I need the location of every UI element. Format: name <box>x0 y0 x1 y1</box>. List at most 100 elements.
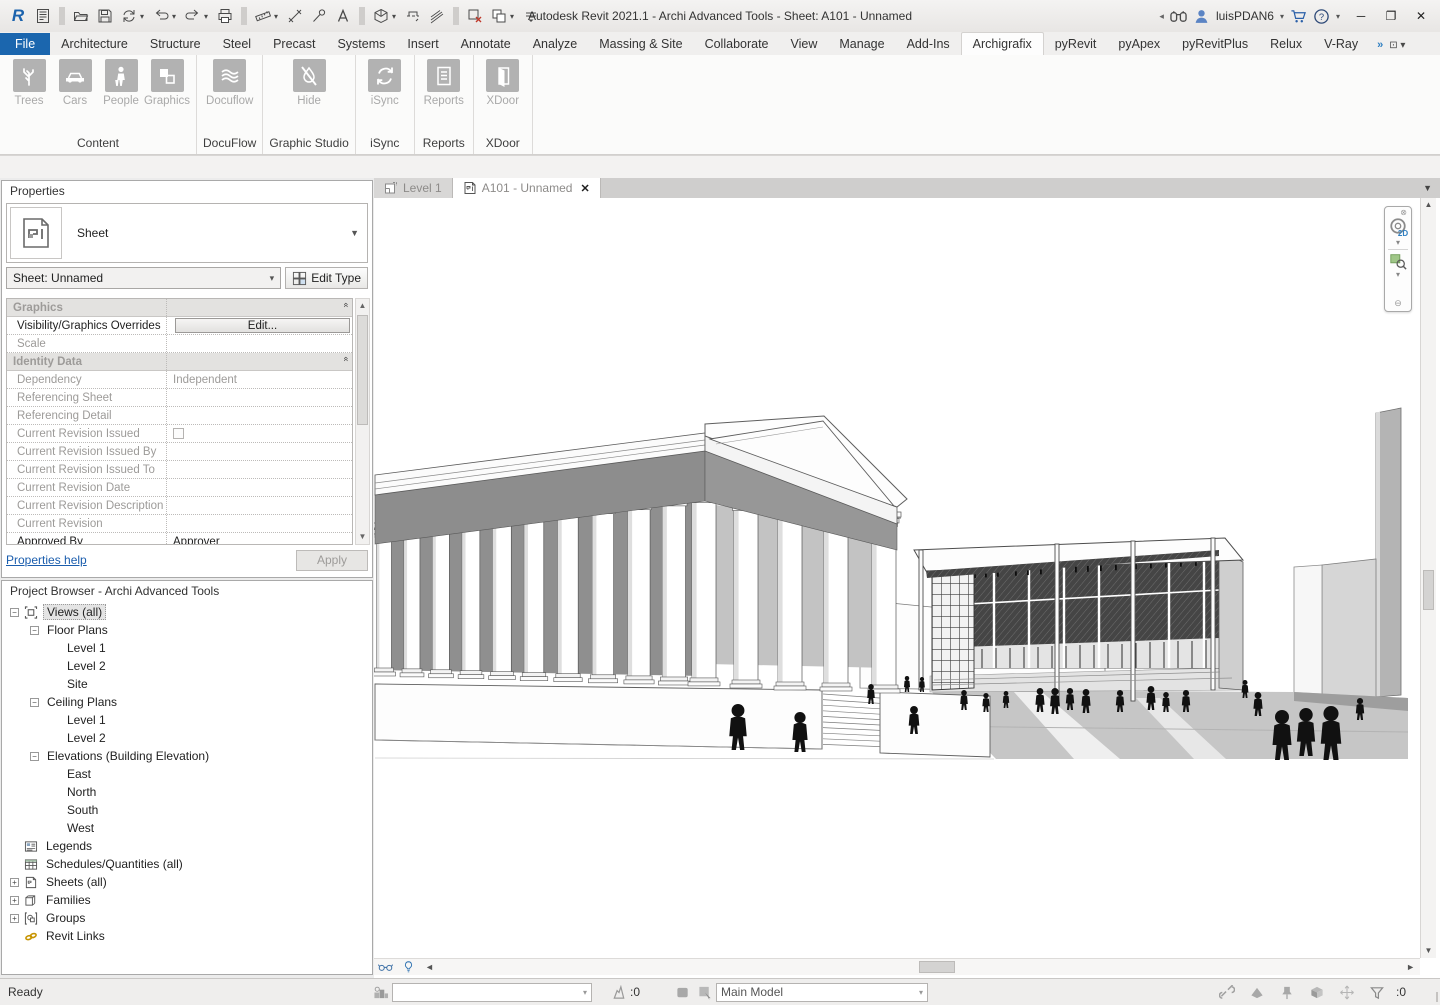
panel-label[interactable]: XDoor <box>474 134 532 154</box>
text-icon[interactable] <box>332 5 354 27</box>
workset-dropdown[interactable]: ▾ <box>392 983 592 1002</box>
resize-grip[interactable] <box>1428 992 1438 1002</box>
signed-in-user[interactable]: luisPDAN6 <box>1216 9 1274 23</box>
undo-dropdown[interactable]: ▾ <box>172 12 180 21</box>
xdoor-button[interactable]: XDoor <box>481 59 525 107</box>
docuflow-button[interactable]: Docuflow <box>208 59 252 107</box>
close-view-icon[interactable]: ✕ <box>580 182 589 195</box>
aligned-dimension-icon[interactable] <box>284 5 306 27</box>
graphics-button[interactable]: Graphics <box>145 59 189 107</box>
property-value[interactable] <box>167 425 352 442</box>
h-scroll-thumb[interactable] <box>919 961 955 973</box>
navigation-bar[interactable]: ⊗ 2D ▾ ▾ ⊖ <box>1384 206 1412 312</box>
tab-annotate[interactable]: Annotate <box>450 33 522 55</box>
reveal-hidden-elements-icon[interactable] <box>374 961 397 973</box>
tab-systems[interactable]: Systems <box>326 33 396 55</box>
property-value[interactable] <box>167 407 352 424</box>
cart-icon[interactable] <box>1290 8 1307 25</box>
search-icon[interactable] <box>1170 8 1187 25</box>
select-links-icon[interactable] <box>1216 985 1238 1000</box>
redo-icon[interactable] <box>182 5 204 27</box>
design-options-icon[interactable] <box>672 985 694 1000</box>
panel-label[interactable]: DocuFlow <box>197 134 262 154</box>
close-inactive-icon[interactable] <box>464 5 486 27</box>
worksets-icon[interactable] <box>370 985 392 1000</box>
project-properties-icon[interactable] <box>32 5 54 27</box>
thin-lines-icon[interactable] <box>426 5 448 27</box>
collapse-icon[interactable]: − <box>30 626 39 635</box>
sync-dropdown[interactable]: ▾ <box>140 12 148 21</box>
tab-steel[interactable]: Steel <box>212 33 263 55</box>
default-3d-view-icon[interactable] <box>370 5 392 27</box>
tree-item-legends[interactable]: Legends <box>2 837 372 855</box>
tab-insert[interactable]: Insert <box>396 33 449 55</box>
user-dropdown[interactable]: ▾ <box>1280 12 1284 21</box>
vertical-scrollbar[interactable]: ▲ ▼ <box>1420 198 1436 958</box>
help-icon[interactable]: ? <box>1313 8 1330 25</box>
sync-icon[interactable] <box>118 5 140 27</box>
measure-dropdown[interactable]: ▾ <box>274 12 282 21</box>
property-value[interactable]: Independent <box>167 371 352 388</box>
revision-issued-checkbox[interactable] <box>173 428 184 439</box>
tab-architecture[interactable]: Architecture <box>50 33 139 55</box>
section-collapse-icon[interactable]: « <box>341 302 351 313</box>
navbar-minimize-icon[interactable]: ⊖ <box>1394 298 1402 311</box>
tree-item-level-1[interactable]: Level 1 <box>2 639 372 657</box>
property-value[interactable] <box>167 389 352 406</box>
drawing-area[interactable]: ⊗ 2D ▾ ▾ ⊖ <box>374 198 1440 978</box>
tab-relux[interactable]: Relux <box>1259 33 1313 55</box>
save-icon[interactable] <box>94 5 116 27</box>
panel-label[interactable]: iSync <box>356 134 414 154</box>
select-by-face-icon[interactable] <box>1306 985 1328 1000</box>
measure-icon[interactable] <box>252 5 274 27</box>
tab-add-ins[interactable]: Add-Ins <box>896 33 961 55</box>
navbar-close-icon[interactable]: ⊗ <box>1400 207 1411 217</box>
design-options-pick-icon[interactable] <box>694 985 716 1000</box>
ribbon-state-toggle-icon[interactable]: ⊡ ▾ <box>1385 36 1409 55</box>
tab-view[interactable]: View <box>780 33 829 55</box>
tree-item-revit-links[interactable]: Revit Links <box>2 927 372 945</box>
tree-item-south[interactable]: South <box>2 801 372 819</box>
edit-overrides-button[interactable]: Edit... <box>175 318 350 333</box>
apply-button[interactable]: Apply <box>296 550 368 571</box>
tab-list-dropdown-icon[interactable]: ▼ <box>1415 178 1440 198</box>
property-value[interactable] <box>167 443 352 460</box>
properties-help-link[interactable]: Properties help <box>6 553 87 567</box>
tree-item-north[interactable]: North <box>2 783 372 801</box>
scrollbar-thumb[interactable] <box>357 315 368 425</box>
switch-windows-icon[interactable] <box>488 5 510 27</box>
view-tab-a101-unnamed[interactable]: A101 - Unnamed✕ <box>453 178 601 198</box>
property-value[interactable]: Edit... <box>167 317 352 334</box>
tag-icon[interactable] <box>308 5 330 27</box>
undo-icon[interactable] <box>150 5 172 27</box>
reports-button[interactable]: Reports <box>422 59 466 107</box>
help-dropdown[interactable]: ▾ <box>1336 12 1340 21</box>
people-button[interactable]: People <box>99 59 143 107</box>
property-value[interactable] <box>167 461 352 478</box>
tree-item-east[interactable]: East <box>2 765 372 783</box>
properties-scrollbar[interactable]: ▲ ▼ <box>355 298 370 545</box>
tab-archigrafix[interactable]: Archigrafix <box>961 32 1044 55</box>
tree-item-level-2[interactable]: Level 2 <box>2 729 372 747</box>
panel-label[interactable]: Content <box>0 134 196 154</box>
collapse-icon[interactable]: − <box>30 698 39 707</box>
section-collapse-icon[interactable]: « <box>341 356 351 367</box>
zoom-region-icon[interactable] <box>1389 252 1407 270</box>
cars-button[interactable]: Cars <box>53 59 97 107</box>
tree-item-level-2[interactable]: Level 2 <box>2 657 372 675</box>
ribbon-overflow-icon[interactable]: » <box>1369 35 1385 55</box>
horizontal-scrollbar[interactable] <box>439 959 1401 975</box>
panel-label[interactable]: Reports <box>415 134 473 154</box>
scroll-right-icon[interactable]: ► <box>1401 962 1420 972</box>
panel-label[interactable]: Graphic Studio <box>263 134 354 154</box>
hide-button[interactable]: Hide <box>287 59 331 107</box>
tree-item-schedules-quantities-all-[interactable]: Schedules/Quantities (all) <box>2 855 372 873</box>
tree-item-sheets-all-[interactable]: +Sheets (all) <box>2 873 372 891</box>
customize-qat-icon[interactable] <box>520 5 542 27</box>
section-icon[interactable] <box>402 5 424 27</box>
tab-massing-site[interactable]: Massing & Site <box>588 33 693 55</box>
minimize-button[interactable]: ─ <box>1346 4 1376 28</box>
trees-button[interactable]: Trees <box>7 59 51 107</box>
revit-logo[interactable]: R <box>6 6 30 26</box>
edit-type-button[interactable]: Edit Type <box>285 267 368 289</box>
